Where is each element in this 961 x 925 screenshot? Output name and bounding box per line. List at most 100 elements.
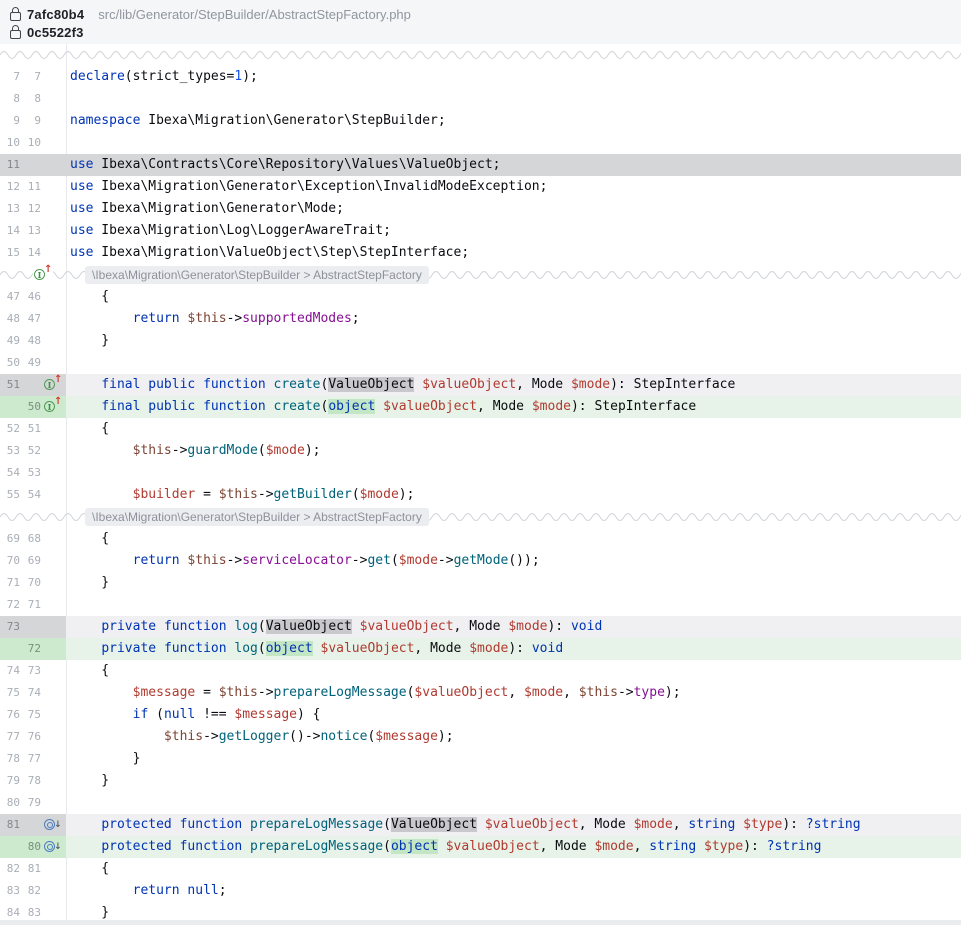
code-line[interactable] xyxy=(66,594,961,616)
code-line[interactable]: return $this->serviceLocator->get($mode-… xyxy=(66,550,961,572)
code-token: -> xyxy=(438,553,454,568)
commit-hash-after: 0c5522f3 xyxy=(27,25,84,40)
code-line[interactable]: use Ibexa\Migration\Generator\Mode; xyxy=(66,198,961,220)
code-line[interactable]: protected function prepareLogMessage(Val… xyxy=(66,814,961,836)
code-token: ); xyxy=(665,685,681,700)
code-token xyxy=(70,619,101,634)
file-path: src/lib/Generator/StepBuilder/AbstractSt… xyxy=(98,7,411,22)
commit-hash-before: 7afc80b4 xyxy=(27,7,84,22)
code-line[interactable]: { xyxy=(66,418,961,440)
code-line[interactable]: } xyxy=(66,770,961,792)
code-line[interactable]: } xyxy=(66,902,961,924)
code-line[interactable]: namespace Ibexa\Migration\Generator\Step… xyxy=(66,110,961,132)
code-line[interactable]: $message = $this->prepareLogMessage($val… xyxy=(66,682,961,704)
code-token xyxy=(70,443,133,458)
code-token xyxy=(70,553,133,568)
collapsed-region-label[interactable]: \Ibexa\Migration\Generator\StepBuilder >… xyxy=(85,508,429,526)
line-number-old: 14 xyxy=(0,220,20,242)
gutter-icon-area xyxy=(41,704,66,726)
code-token: ( xyxy=(391,553,399,568)
gutter-icon-area xyxy=(41,154,66,176)
code-line[interactable]: } xyxy=(66,330,961,352)
code-token: use xyxy=(70,201,93,216)
code-token: , xyxy=(563,685,579,700)
gutter-icon-area xyxy=(41,660,66,682)
collapsed-region-label[interactable]: \Ibexa\Migration\Generator\StepBuilder >… xyxy=(85,266,429,284)
code-line[interactable]: { xyxy=(66,286,961,308)
line-number-new: 54 xyxy=(23,484,41,506)
code-line[interactable]: { xyxy=(66,528,961,550)
code-line[interactable]: $this->guardMode($mode); xyxy=(66,440,961,462)
code-line[interactable]: } xyxy=(66,572,961,594)
implements-method-icon[interactable]: I↑ xyxy=(44,400,62,414)
code-line[interactable] xyxy=(66,792,961,814)
code-token: create xyxy=(274,399,321,414)
gutter: 5049 xyxy=(0,352,66,374)
code-line[interactable]: use Ibexa\Migration\Log\LoggerAwareTrait… xyxy=(66,220,961,242)
code-token: Ibexa\Migration\Generator\Exception\Inva… xyxy=(93,179,547,194)
diff-line: 7069 return $this->serviceLocator->get($… xyxy=(0,550,961,572)
code-line[interactable]: private function log(object $valueObject… xyxy=(66,638,961,660)
code-token: $valueObject xyxy=(414,685,508,700)
line-number-old xyxy=(0,836,20,858)
gutter-icon-area xyxy=(41,638,66,660)
gutter-icon-area xyxy=(41,792,66,814)
code-line[interactable]: use Ibexa\Contracts\Core\Repository\Valu… xyxy=(66,154,961,176)
gutter: 4948 xyxy=(0,330,66,352)
collapsed-region-separator: I↑ \Ibexa\Migration\Generator\StepBuilder… xyxy=(0,264,961,286)
line-number-old: 52 xyxy=(0,418,20,440)
line-number-new xyxy=(23,814,41,836)
code-token: ) { xyxy=(297,707,320,722)
overridden-method-icon[interactable]: ↓ xyxy=(44,840,62,854)
code-token: $valueObject xyxy=(321,641,415,656)
line-number-new: 8 xyxy=(23,88,41,110)
code-token: use xyxy=(70,157,93,172)
code-token: object xyxy=(391,839,438,854)
code-token xyxy=(438,839,446,854)
code-line[interactable]: use Ibexa\Migration\Generator\Exception\… xyxy=(66,176,961,198)
implements-method-icon[interactable]: I↑ xyxy=(34,268,52,282)
line-number-new xyxy=(23,616,41,638)
code-line[interactable]: return $this->supportedModes; xyxy=(66,308,961,330)
line-number-new: 83 xyxy=(23,902,41,924)
code-token: use xyxy=(70,223,93,238)
code-token: ?string xyxy=(767,839,822,854)
code-line[interactable]: private function log(ValueObject $valueO… xyxy=(66,616,961,638)
code-line[interactable] xyxy=(66,462,961,484)
gutter: 5453 xyxy=(0,462,66,484)
code-line[interactable]: final public function create(object $val… xyxy=(66,396,961,418)
diff-line: 4746 { xyxy=(0,286,961,308)
code-token: ): xyxy=(782,817,805,832)
code-line[interactable]: declare(strict_types=1); xyxy=(66,66,961,88)
code-token: } xyxy=(70,575,109,590)
line-number-new: 12 xyxy=(23,198,41,220)
code-line[interactable]: $this->getLogger()->notice($message); xyxy=(66,726,961,748)
gutter-icon-area xyxy=(41,330,66,352)
line-number-new: 77 xyxy=(23,748,41,770)
code-line[interactable] xyxy=(66,352,961,374)
collapsed-region-wavy-line xyxy=(0,44,961,66)
code-line[interactable]: protected function prepareLogMessage(obj… xyxy=(66,836,961,858)
code-token: $this xyxy=(187,311,226,326)
code-line[interactable]: $builder = $this->getBuilder($mode); xyxy=(66,484,961,506)
code-line[interactable]: { xyxy=(66,660,961,682)
line-number-new: 11 xyxy=(23,176,41,198)
overridden-method-icon[interactable]: ↓ xyxy=(44,818,62,832)
line-number-new: 50 xyxy=(23,396,41,418)
code-token: { xyxy=(70,861,109,876)
code-line[interactable]: if (null !== $message) { xyxy=(66,704,961,726)
code-line[interactable] xyxy=(66,88,961,110)
code-token: , Mode xyxy=(540,839,595,854)
code-line[interactable]: return null; xyxy=(66,880,961,902)
code-line[interactable]: } xyxy=(66,748,961,770)
implements-method-icon[interactable]: I↑ xyxy=(44,378,62,392)
code-token: ( xyxy=(258,641,266,656)
line-number-new: 82 xyxy=(23,880,41,902)
code-token: , Mode xyxy=(477,399,532,414)
code-line[interactable]: use Ibexa\Migration\ValueObject\Step\Ste… xyxy=(66,242,961,264)
code-token: { xyxy=(70,531,109,546)
code-line[interactable] xyxy=(66,132,961,154)
code-token: ( xyxy=(383,817,391,832)
code-line[interactable]: final public function create(ValueObject… xyxy=(66,374,961,396)
code-line[interactable]: { xyxy=(66,858,961,880)
